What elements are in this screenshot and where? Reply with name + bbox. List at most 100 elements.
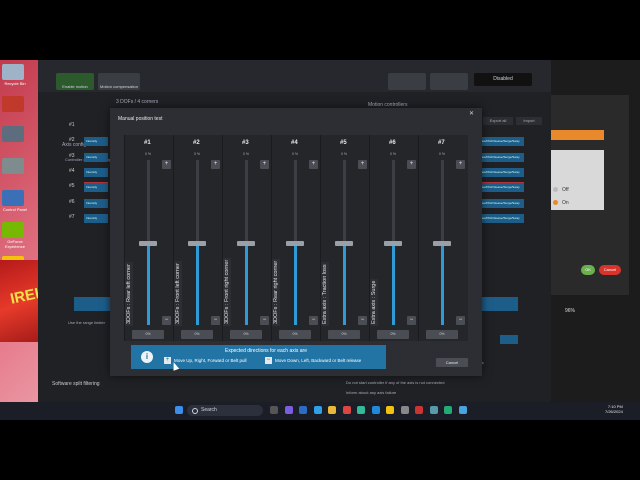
- taskbar-app-icon[interactable]: [357, 406, 365, 414]
- import-button[interactable]: Import: [516, 117, 542, 125]
- channel-minus-button[interactable]: −: [456, 316, 465, 325]
- axis-row-mapping-button[interactable]: Yaw/Pitch/Heave/Surge/Sway: [478, 152, 524, 162]
- export-all-button[interactable]: Export all: [483, 117, 513, 125]
- side-pane-options: [551, 150, 604, 210]
- taskbar-app-icon[interactable]: [313, 406, 322, 414]
- axis-row-label: #3: [69, 152, 75, 159]
- channel-value-box[interactable]: 0%: [426, 330, 458, 339]
- toolbar-button-a[interactable]: [388, 73, 426, 90]
- slider-knob[interactable]: [188, 240, 206, 246]
- slider-knob[interactable]: [286, 240, 304, 246]
- taskbar-app-icon[interactable]: [415, 406, 423, 414]
- axis-row-mapping-button[interactable]: Yaw/Pitch/Heave/Surge/Sway: [478, 137, 524, 147]
- channel-percent: 0 %: [292, 152, 299, 156]
- desktop-icon[interactable]: [2, 190, 24, 206]
- channel-plus-button[interactable]: +: [407, 160, 416, 169]
- motion-compensation-button[interactable]: Motion compensation: [98, 73, 140, 90]
- desktop-icon[interactable]: [2, 126, 24, 142]
- axis-row-intensity-button[interactable]: Intensity: [84, 213, 108, 223]
- axis-row-intensity-button[interactable]: Intensity: [84, 183, 108, 193]
- taskbar-app-icon[interactable]: [371, 406, 380, 414]
- axis-row-label: #4: [69, 167, 75, 174]
- enable-motion-button[interactable]: Enable motion: [56, 73, 94, 90]
- range-band-right: [478, 297, 518, 311]
- channel-minus-button[interactable]: −: [407, 316, 416, 325]
- channel-axis-label: Extra axis : Traction loss: [321, 262, 329, 326]
- use-range-note: Use the range limiter: [68, 320, 105, 325]
- axis-row-intensity-button[interactable]: Intensity: [84, 152, 108, 162]
- range-band-left: [74, 297, 110, 311]
- channel-percent: 0 %: [243, 152, 250, 156]
- channel-minus-button[interactable]: −: [211, 316, 220, 325]
- slider-knob[interactable]: [237, 240, 255, 246]
- slider-knob[interactable]: [433, 240, 451, 246]
- channel-minus-button[interactable]: −: [358, 316, 367, 325]
- channel-value-box[interactable]: 0%: [132, 330, 164, 339]
- channel-value-box[interactable]: 0%: [328, 330, 360, 339]
- slider-knob[interactable]: [335, 240, 353, 246]
- radio-off[interactable]: [553, 187, 558, 192]
- slider-fill: [343, 242, 346, 325]
- channel-plus-button[interactable]: +: [358, 160, 367, 169]
- slider-fill: [392, 242, 395, 325]
- taskbar-app-icon[interactable]: [270, 406, 278, 414]
- axis-row-intensity-button[interactable]: Intensity: [84, 137, 108, 147]
- channel-percent: 0 %: [194, 152, 201, 156]
- channel-value-box[interactable]: 0%: [181, 330, 213, 339]
- axis-row-mapping-button[interactable]: Yaw/Pitch/Heave/Surge/Sway: [478, 198, 524, 208]
- axis-row-label: #2: [69, 137, 75, 144]
- channel-plus-button[interactable]: +: [162, 160, 171, 169]
- channel-plus-button[interactable]: +: [260, 160, 269, 169]
- channel-value-box[interactable]: 0%: [377, 330, 409, 339]
- dialog-cancel-button[interactable]: Cancel: [436, 358, 468, 367]
- taskbar-clock: 7:10 PM 7/26/2024: [605, 404, 623, 414]
- start-icon[interactable]: [175, 406, 183, 414]
- taskbar-app-icon[interactable]: [342, 406, 351, 414]
- desktop-icon[interactable]: [2, 64, 24, 80]
- channel-axis-label: 3DOFs : Front right corner: [223, 257, 231, 326]
- desktop-icon[interactable]: [2, 222, 24, 238]
- channel-minus-button[interactable]: −: [260, 316, 269, 325]
- disabled-status-button[interactable]: Disabled: [474, 73, 532, 86]
- axis-row-label: #6: [69, 198, 75, 205]
- taskbar-search[interactable]: Search: [187, 405, 263, 416]
- taskbar-app-icon[interactable]: [429, 406, 438, 414]
- side-pane-cancel-button[interactable]: Cancel: [599, 265, 621, 275]
- desktop-icon[interactable]: [2, 158, 24, 174]
- side-pane-ok-button[interactable]: OK: [581, 265, 595, 275]
- taskbar-app-icon[interactable]: [328, 406, 336, 414]
- channel-minus-button[interactable]: −: [162, 316, 171, 325]
- channel-value-box[interactable]: 0%: [230, 330, 262, 339]
- channel-value-box[interactable]: 0%: [279, 330, 311, 339]
- desktop-icon-label: GeForce Experience: [4, 239, 25, 249]
- toolbar-button-b[interactable]: [430, 73, 468, 90]
- channel-percent: 0 %: [145, 152, 152, 156]
- desktop-icon-label: Recycle Bin: [4, 81, 26, 86]
- channel-number: #5: [340, 140, 347, 146]
- axis-row-mapping-button[interactable]: Yaw/Pitch/Heave/Surge/Sway: [478, 183, 524, 193]
- axis-row-intensity-button[interactable]: Intensity: [84, 167, 108, 177]
- channel-plus-button[interactable]: +: [456, 160, 465, 169]
- desktop-icon[interactable]: [2, 96, 24, 112]
- channel-plus-button[interactable]: +: [309, 160, 318, 169]
- taskbar-app-icon[interactable]: [458, 406, 467, 414]
- axis-row-intensity-button[interactable]: Intensity: [84, 198, 108, 208]
- background-ok-button[interactable]: [500, 335, 518, 344]
- channel-minus-button[interactable]: −: [309, 316, 318, 325]
- channel-plus-button[interactable]: +: [211, 160, 220, 169]
- taskbar-app-icon[interactable]: [386, 406, 394, 414]
- axis-row-mapping-button[interactable]: Yaw/Pitch/Heave/Surge/Sway: [478, 213, 524, 223]
- close-icon[interactable]: ✕: [469, 110, 474, 117]
- taskbar-app-icon[interactable]: [284, 406, 293, 414]
- taskbar-app-icon[interactable]: [400, 406, 409, 414]
- slider-knob[interactable]: [384, 240, 402, 246]
- radio-on[interactable]: [553, 200, 558, 205]
- taskbar-app-icon[interactable]: [444, 406, 452, 414]
- axis-row-mapping-button[interactable]: Yaw/Pitch/Heave/Surge/Sway: [478, 167, 524, 177]
- channel-axis-label: 3DOFs : Rear right corner: [272, 258, 280, 326]
- info-icon: i: [141, 351, 153, 363]
- slider-knob[interactable]: [139, 240, 157, 246]
- slider-fill: [196, 242, 199, 325]
- channel-axis-label: 3DOFs : Rear left corner: [125, 262, 133, 326]
- taskbar-app-icon[interactable]: [299, 406, 307, 414]
